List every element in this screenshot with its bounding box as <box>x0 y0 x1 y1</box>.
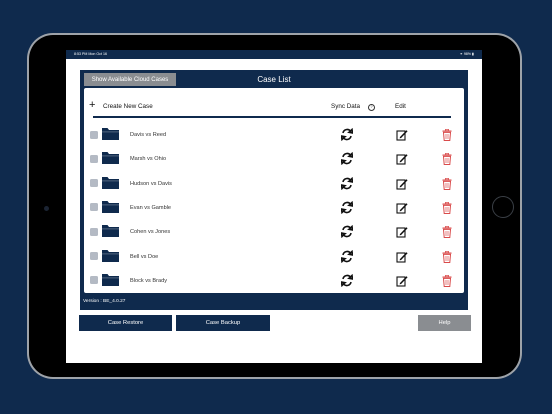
sync-icon[interactable] <box>340 249 354 268</box>
trash-icon[interactable] <box>442 225 452 243</box>
folder-icon <box>102 176 119 195</box>
plus-icon[interactable]: + <box>89 100 95 111</box>
folder-icon <box>102 200 119 219</box>
edit-icon[interactable] <box>396 225 408 243</box>
status-right: ⚭ 98% ▮ <box>460 52 474 56</box>
trash-icon[interactable] <box>442 128 452 146</box>
camera-icon <box>44 206 49 211</box>
edit-icon[interactable] <box>396 128 408 146</box>
help-button[interactable]: Help <box>418 315 471 331</box>
create-new-case-button[interactable]: Create New Case <box>103 103 153 110</box>
folder-icon <box>102 127 119 146</box>
trash-icon[interactable] <box>442 250 452 268</box>
status-time: 8:53 PM Mon Oct 16 <box>74 52 107 56</box>
battery-icon: ▮ <box>472 52 474 56</box>
trash-icon[interactable] <box>442 177 452 195</box>
case-checkbox[interactable] <box>90 179 98 188</box>
case-row[interactable]: Hudson vs Davis <box>84 172 464 196</box>
case-name[interactable]: Hudson vs Davis <box>130 181 172 187</box>
case-row[interactable]: Bell vs Doe <box>84 245 464 269</box>
edit-icon[interactable] <box>396 152 408 170</box>
case-name[interactable]: Marsh vs Ohio <box>130 156 166 162</box>
trash-icon[interactable] <box>442 152 452 170</box>
case-name[interactable]: Bell vs Doe <box>130 254 158 260</box>
sync-icon[interactable] <box>340 176 354 195</box>
list-header: + Create New Case Sync Data ? Edit <box>84 88 464 119</box>
folder-icon <box>102 151 119 170</box>
help-circle-icon[interactable]: ? <box>368 103 375 111</box>
version-label: Version : BE_4.0.27 <box>83 299 126 304</box>
edit-icon[interactable] <box>396 274 408 292</box>
edit-icon[interactable] <box>396 201 408 219</box>
home-button[interactable] <box>492 196 514 218</box>
case-row[interactable]: Davis vs Reed <box>84 123 464 147</box>
case-row[interactable]: Marsh vs Ohio <box>84 147 464 171</box>
trash-icon[interactable] <box>442 274 452 292</box>
case-row[interactable]: Block vs Brady <box>84 269 464 293</box>
wifi-icon: ⚭ <box>459 52 463 56</box>
case-backup-button[interactable]: Case Backup <box>176 315 270 331</box>
header-divider <box>93 116 451 118</box>
edit-label: Edit <box>395 103 406 110</box>
panel-title: Case List <box>257 75 291 84</box>
case-name[interactable]: Davis vs Reed <box>130 132 166 138</box>
case-list-panel: Show Available Cloud Cases Case List + C… <box>80 70 468 310</box>
sync-icon[interactable] <box>340 273 354 292</box>
folder-icon <box>102 249 119 268</box>
case-name[interactable]: Block vs Brady <box>130 278 167 284</box>
app-screen: 8:53 PM Mon Oct 16 ⚭ 98% ▮ Show Availabl… <box>66 50 482 363</box>
sync-data-label: Sync Data <box>331 103 361 110</box>
case-list: + Create New Case Sync Data ? Edit Davis… <box>84 88 464 293</box>
case-name[interactable]: Cohen vs Jones <box>130 229 170 235</box>
case-name[interactable]: Evan vs Gamble <box>130 205 171 211</box>
folder-icon <box>102 273 119 292</box>
sync-icon[interactable] <box>340 127 354 146</box>
case-row[interactable]: Evan vs Gamble <box>84 196 464 220</box>
sync-icon[interactable] <box>340 224 354 243</box>
case-checkbox[interactable] <box>90 276 98 285</box>
status-bar: 8:53 PM Mon Oct 16 ⚭ 98% ▮ <box>66 50 482 59</box>
folder-icon <box>102 224 119 243</box>
case-row[interactable]: Cohen vs Jones <box>84 220 464 244</box>
sync-icon[interactable] <box>340 152 354 170</box>
case-checkbox[interactable] <box>90 203 98 212</box>
case-checkbox[interactable] <box>90 227 98 236</box>
sync-icon[interactable] <box>340 200 354 219</box>
trash-icon[interactable] <box>442 201 452 219</box>
battery-percent: 98% <box>463 52 472 56</box>
case-checkbox[interactable] <box>90 252 98 260</box>
case-checkbox[interactable] <box>90 130 98 139</box>
case-checkbox[interactable] <box>90 154 98 163</box>
case-restore-button[interactable]: Case Restore <box>79 315 172 331</box>
edit-icon[interactable] <box>396 250 408 268</box>
edit-icon[interactable] <box>396 177 408 195</box>
